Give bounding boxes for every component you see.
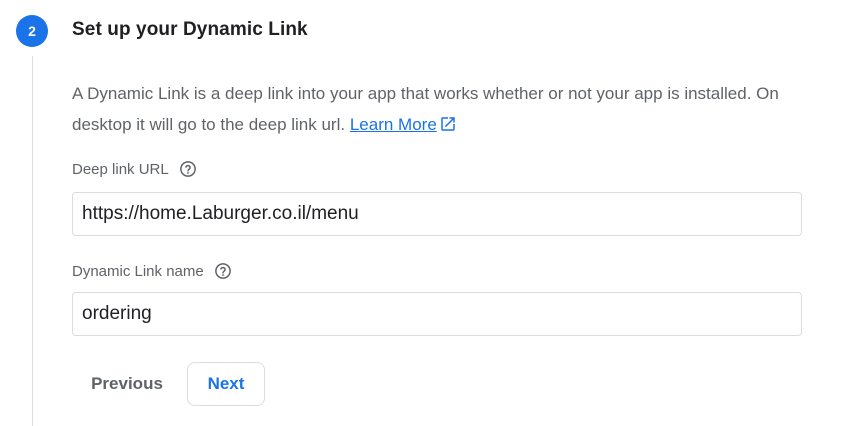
next-button[interactable]: Next — [187, 362, 265, 406]
step-connector-line — [32, 56, 33, 426]
step-number-badge: 2 — [16, 15, 48, 47]
help-circle-icon[interactable] — [179, 160, 197, 178]
previous-button[interactable]: Previous — [78, 362, 176, 406]
learn-more-link[interactable]: Learn More — [350, 115, 457, 134]
deep-link-label: Deep link URL — [72, 160, 169, 178]
link-name-label-row: Dynamic Link name — [72, 262, 232, 280]
dynamic-link-stepper: 2 Set up your Dynamic Link A Dynamic Lin… — [0, 0, 847, 426]
step-title: Set up your Dynamic Link — [72, 19, 308, 40]
learn-more-label: Learn More — [349, 115, 437, 134]
deep-link-label-row: Deep link URL — [72, 160, 197, 178]
dynamic-link-name-input[interactable] — [72, 292, 802, 336]
open-in-new-icon — [439, 112, 457, 143]
link-name-label: Dynamic Link name — [72, 262, 204, 280]
step-description: A Dynamic Link is a deep link into your … — [72, 78, 812, 143]
help-circle-icon[interactable] — [214, 262, 232, 280]
deep-link-url-input[interactable] — [72, 192, 802, 236]
step-number: 2 — [28, 23, 36, 39]
